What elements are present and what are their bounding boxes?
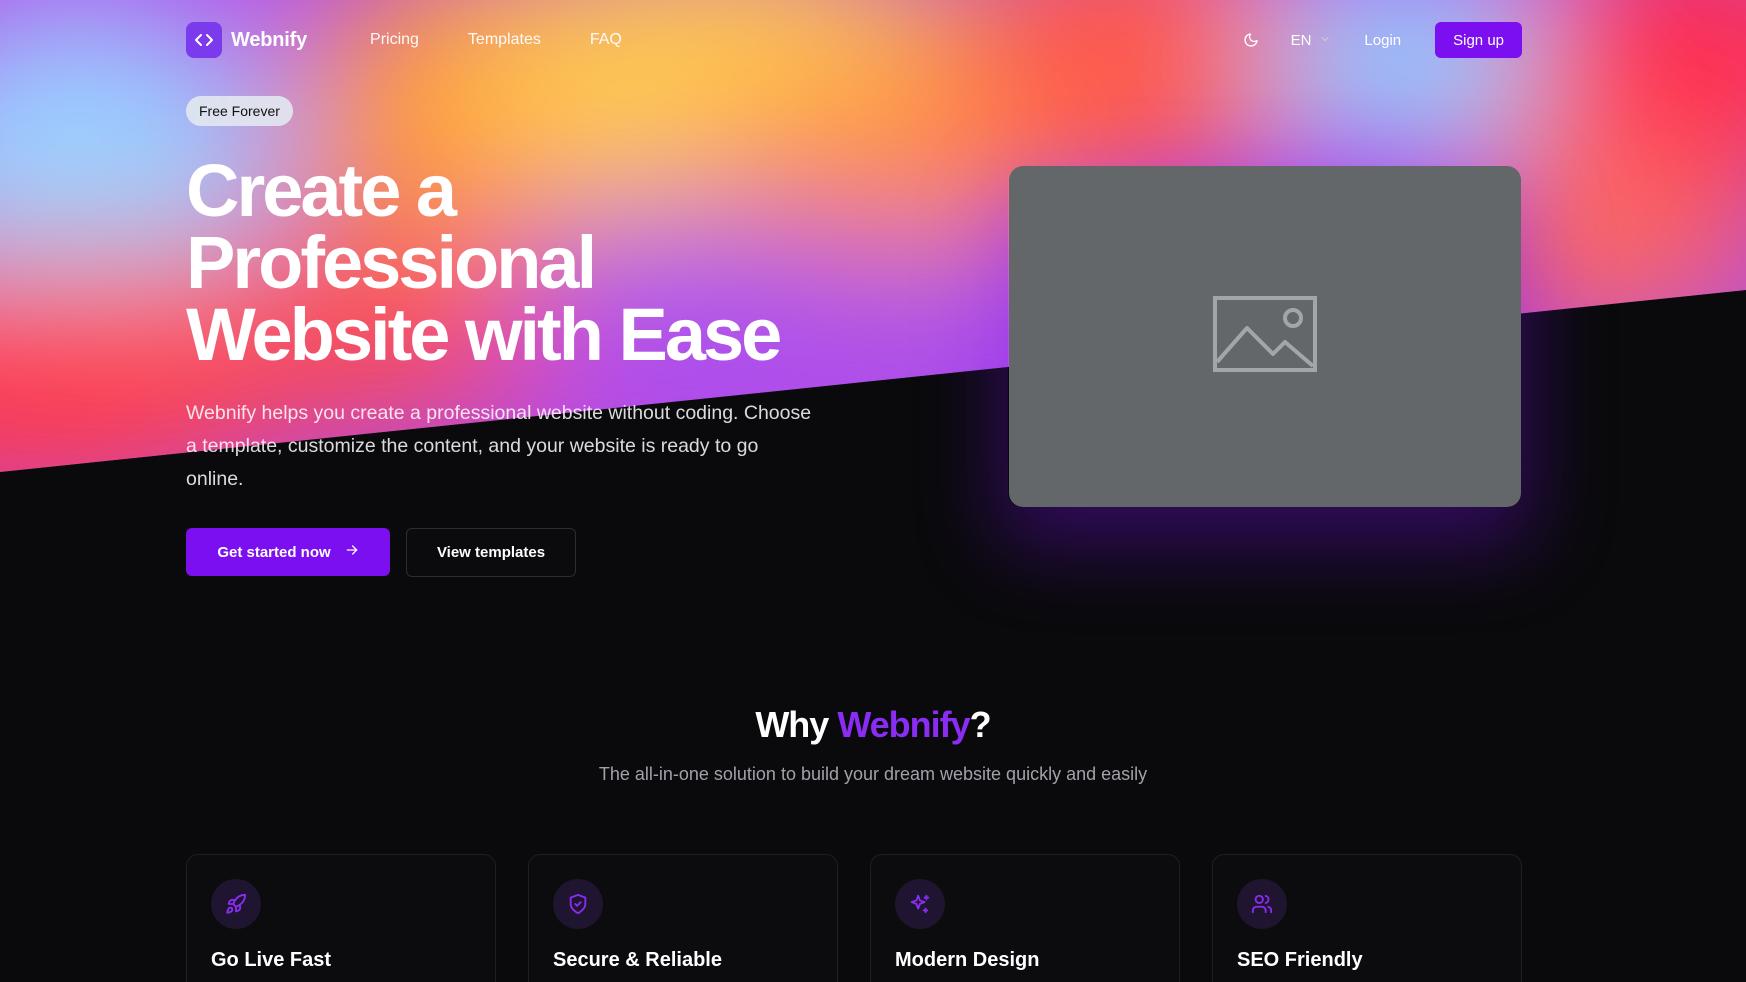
why-section-title: Why Webnify? [0,704,1746,746]
nav-link-templates[interactable]: Templates [468,31,541,49]
sparkles-icon [895,879,945,929]
brand-logo[interactable]: Webnify [186,22,307,58]
chevron-down-icon [1319,32,1331,49]
hero-description: Webnify helps you create a professional … [186,402,812,490]
code-brackets-icon [186,22,222,58]
shield-icon [553,879,603,929]
nav-link-pricing[interactable]: Pricing [370,31,419,49]
hero-title: Create a Professional Website with Ease [186,154,846,372]
why-title-prefix: Why [755,704,838,745]
language-selector[interactable]: EN [1291,32,1332,49]
nav-link-faq[interactable]: FAQ [590,31,622,49]
feature-card-go-live-fast: Go Live Fast [186,854,496,982]
feature-card-seo-friendly: SEO Friendly [1212,854,1522,982]
feature-title: Secure & Reliable [553,949,722,971]
free-forever-badge: Free Forever [186,96,293,126]
top-navigation: Webnify Pricing Templates FAQ EN Login S… [186,22,1522,58]
moon-icon[interactable] [1239,28,1263,52]
feature-cards: Go Live Fast Secure & Reliable Modern De… [186,854,1522,982]
image-placeholder-icon [1213,296,1317,377]
view-templates-button[interactable]: View templates [406,528,576,577]
login-link[interactable]: Login [1364,32,1401,49]
signup-button[interactable]: Sign up [1435,22,1522,58]
hero-title-line-1: Create a [186,149,457,232]
brand-name: Webnify [231,28,308,51]
nav-links: Pricing Templates FAQ [370,31,671,49]
feature-card-secure-reliable: Secure & Reliable [528,854,838,982]
arrow-right-icon [345,543,359,561]
why-title-suffix: ? [969,704,992,745]
hero-title-line-2: Professional [186,221,597,304]
why-section-subtitle: The all-in-one solution to build your dr… [598,764,1148,784]
rocket-icon [211,879,261,929]
users-icon [1237,879,1287,929]
why-title-brand: Webnify [837,704,970,745]
nav-actions: EN Login Sign up [1239,22,1522,58]
get-started-label: Get started now [217,543,331,561]
feature-card-modern-design: Modern Design [870,854,1180,982]
feature-title: SEO Friendly [1237,949,1363,971]
get-started-button[interactable]: Get started now [186,528,390,576]
language-label: EN [1290,31,1312,49]
hero-title-line-3: Website with Ease [186,293,782,376]
feature-title: Go Live Fast [211,949,332,971]
hero-image [1009,166,1521,507]
feature-title: Modern Design [895,949,1040,971]
